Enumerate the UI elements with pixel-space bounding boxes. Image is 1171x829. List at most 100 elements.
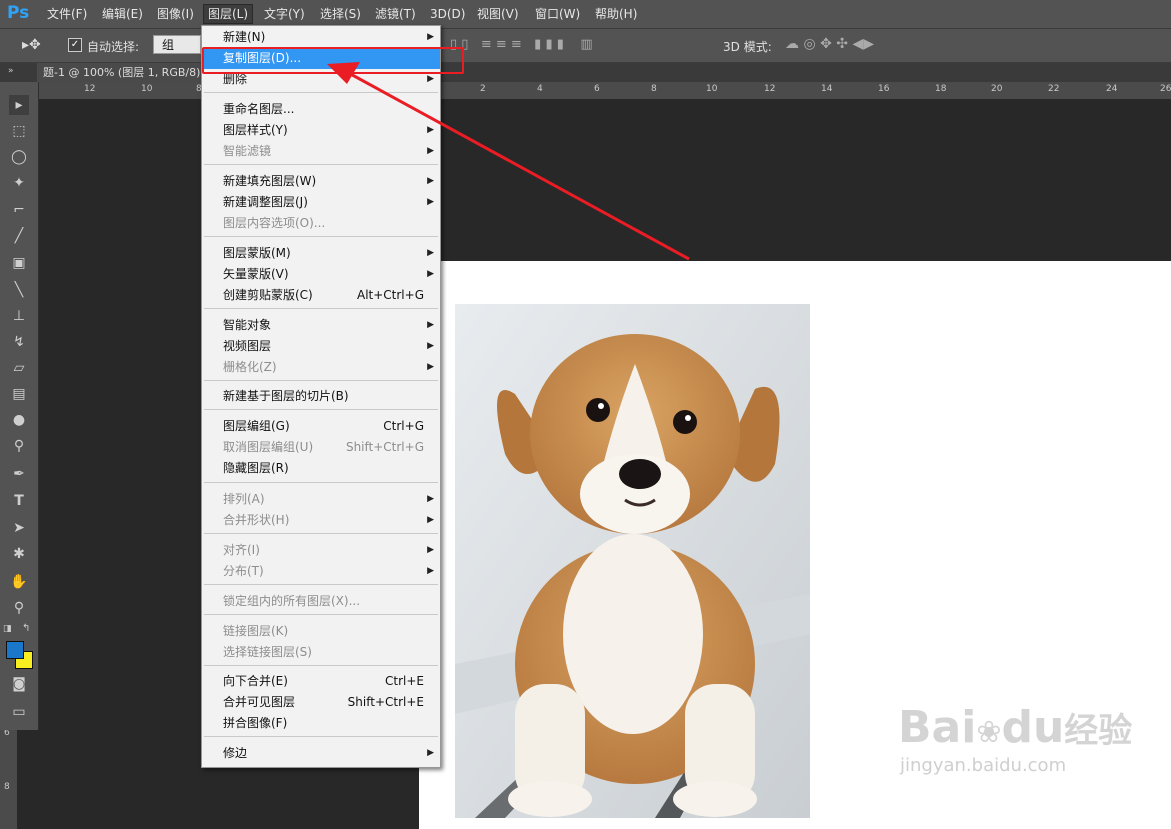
ruler-tick: 8 <box>4 782 10 792</box>
brush-tool-icon[interactable]: ╲ <box>9 280 29 300</box>
menu-type[interactable]: 文字(Y) <box>260 5 309 23</box>
menu-view[interactable]: 视图(V) <box>473 5 523 23</box>
menu-item-merge-down[interactable]: 向下合并(E) Ctrl+E <box>202 671 440 692</box>
auto-select-dropdown[interactable]: 组 <box>153 35 201 54</box>
menu-separator <box>204 92 438 93</box>
menu-item-video-layers[interactable]: 视频图层 ▶ <box>202 336 440 357</box>
menu-separator <box>204 584 438 585</box>
menu-item-combine-shapes[interactable]: 合并形状(H) ▶ <box>202 510 440 531</box>
options-bar: ▸✥ ✓ 自动选择: 组 ▯ ▯ ≡ ≡ ≡ ▮ ▮ ▮ ▥ 3D 模式: ☁ … <box>0 29 1171 63</box>
menu-item-arrange[interactable]: 排列(A) ▶ <box>202 489 440 510</box>
menu-item-new-layer-based-slice[interactable]: 新建基于图层的切片(B) <box>202 386 440 407</box>
zoom-tool-icon[interactable]: ⚲ <box>9 598 29 618</box>
auto-select-checkbox[interactable]: ✓ <box>68 38 82 52</box>
ruler-tick: 4 <box>537 84 543 94</box>
menu-item-distribute[interactable]: 分布(T) ▶ <box>202 561 440 582</box>
annotation-highlight-box <box>202 47 464 74</box>
menu-bar: Ps 文件(F) 编辑(E) 图像(I) 图层(L) 文字(Y) 选择(S) 滤… <box>0 0 1171 29</box>
menu-window[interactable]: 窗口(W) <box>531 5 584 23</box>
menu-separator <box>204 164 438 165</box>
menu-edit[interactable]: 编辑(E) <box>98 5 147 23</box>
submenu-arrow-icon: ▶ <box>427 748 434 758</box>
menu-item-new[interactable]: 新建(N) ▶ <box>202 27 440 48</box>
ruler-tick: 10 <box>141 84 153 94</box>
ruler-tick: 12 <box>84 84 96 94</box>
marquee-tool-icon[interactable]: ⬚ <box>9 121 29 141</box>
menu-select[interactable]: 选择(S) <box>316 5 365 23</box>
foreground-color-swatch[interactable] <box>6 641 24 659</box>
history-brush-icon[interactable]: ↯ <box>9 332 29 352</box>
swap-colors-icon[interactable]: ↰ <box>22 623 30 634</box>
menu-item-align[interactable]: 对齐(I) ▶ <box>202 540 440 561</box>
menu-separator <box>204 409 438 410</box>
menu-item-hide-layers[interactable]: 隐藏图层(R) <box>202 458 440 479</box>
menu-3d[interactable]: 3D(D) <box>426 5 469 23</box>
crop-tool-icon[interactable]: ⌐ <box>9 200 29 220</box>
menu-item-layer-content-options[interactable]: 图层内容选项(O)... <box>202 213 440 234</box>
menu-file[interactable]: 文件(F) <box>43 5 91 23</box>
menu-item-create-clipping-mask[interactable]: 创建剪贴蒙版(C) Alt+Ctrl+G <box>202 285 440 306</box>
clone-stamp-icon[interactable]: ⊥ <box>9 306 29 326</box>
submenu-arrow-icon: ▶ <box>427 494 434 504</box>
submenu-arrow-icon: ▶ <box>427 341 434 351</box>
menu-item-new-fill-layer[interactable]: 新建填充图层(W) ▶ <box>202 171 440 192</box>
shape-tool-icon[interactable]: ✱ <box>9 544 29 564</box>
watermark-url: jingyan.baidu.com <box>900 755 1067 776</box>
magic-wand-icon[interactable]: ✦ <box>9 173 29 193</box>
type-tool-icon[interactable]: T <box>9 491 29 511</box>
menu-image[interactable]: 图像(I) <box>153 5 198 23</box>
menu-item-lock-all-layers[interactable]: 锁定组内的所有图层(X)... <box>202 591 440 612</box>
watermark-brand: Bai <box>898 702 977 753</box>
collapse-panels-icon[interactable]: » <box>8 66 14 76</box>
submenu-arrow-icon: ▶ <box>427 545 434 555</box>
photoshop-logo: Ps <box>7 3 30 23</box>
lasso-tool-icon[interactable]: ◯ <box>9 147 29 167</box>
eraser-icon[interactable]: ▱ <box>9 358 29 378</box>
menu-item-ungroup-layers[interactable]: 取消图层编组(U) Shift+Ctrl+G <box>202 437 440 458</box>
hand-tool-icon[interactable]: ✋ <box>9 572 29 592</box>
menu-item-smart-objects[interactable]: 智能对象 ▶ <box>202 315 440 336</box>
submenu-arrow-icon: ▶ <box>427 197 434 207</box>
menu-help[interactable]: 帮助(H) <box>591 5 641 23</box>
3d-mode-icons[interactable]: ☁ ◎ ✥ ✣ ◀▶ <box>785 36 874 52</box>
submenu-arrow-icon: ▶ <box>427 362 434 372</box>
menu-separator <box>204 308 438 309</box>
menu-filter[interactable]: 滤镜(T) <box>371 5 420 23</box>
submenu-arrow-icon: ▶ <box>427 248 434 258</box>
pen-tool-icon[interactable]: ✒ <box>9 464 29 484</box>
menu-item-matting[interactable]: 修边 ▶ <box>202 743 440 764</box>
submenu-arrow-icon: ▶ <box>427 146 434 156</box>
screen-mode-icon[interactable]: ▭ <box>9 702 29 722</box>
align-icons[interactable]: ▯ ▯ ≡ ≡ ≡ ▮ ▮ ▮ ▥ <box>450 37 593 52</box>
gradient-tool-icon[interactable]: ▤ <box>9 384 29 404</box>
menu-item-link-layers[interactable]: 链接图层(K) <box>202 621 440 642</box>
menu-item-layer-style[interactable]: 图层样式(Y) ▶ <box>202 120 440 141</box>
ruler-tick: 24 <box>1106 84 1118 94</box>
ruler-tick: 16 <box>878 84 890 94</box>
menu-separator <box>204 665 438 666</box>
menu-item-flatten-image[interactable]: 拼合图像(F) <box>202 713 440 734</box>
ruler-tick: 26 <box>1160 84 1171 94</box>
healing-brush-icon[interactable]: ▣ <box>9 253 29 273</box>
menu-item-group-layers[interactable]: 图层编组(G) Ctrl+G <box>202 416 440 437</box>
menu-item-layer-mask[interactable]: 图层蒙版(M) ▶ <box>202 243 440 264</box>
menu-item-rasterize[interactable]: 栅格化(Z) ▶ <box>202 357 440 378</box>
menu-layer[interactable]: 图层(L) <box>203 4 254 24</box>
path-selection-icon[interactable]: ➤ <box>9 518 29 538</box>
menu-item-select-linked-layers[interactable]: 选择链接图层(S) <box>202 642 440 663</box>
menu-item-vector-mask[interactable]: 矢量蒙版(V) ▶ <box>202 264 440 285</box>
move-tool-icon[interactable]: ▸✥ <box>22 37 41 53</box>
document-tab[interactable]: 题-1 @ 100% (图层 1, RGB/8) * <box>37 63 216 82</box>
menu-item-new-adjustment-layer[interactable]: 新建调整图层(J) ▶ <box>202 192 440 213</box>
move-tool-icon[interactable]: ▸ <box>9 95 29 115</box>
menu-item-smart-filter[interactable]: 智能滤镜 ▶ <box>202 141 440 162</box>
quick-mask-icon[interactable]: ◙ <box>9 674 29 694</box>
menu-item-merge-visible[interactable]: 合并可见图层 Shift+Ctrl+E <box>202 692 440 713</box>
menu-separator <box>204 236 438 237</box>
dodge-tool-icon[interactable]: ⚲ <box>9 436 29 456</box>
menu-item-rename-layer[interactable]: 重命名图层... <box>202 99 440 120</box>
default-colors-icon[interactable]: ◨ <box>3 624 12 634</box>
blur-tool-icon[interactable]: ● <box>9 410 29 430</box>
ruler-tick: 8 <box>651 84 657 94</box>
eyedropper-icon[interactable]: ╱ <box>9 226 29 246</box>
